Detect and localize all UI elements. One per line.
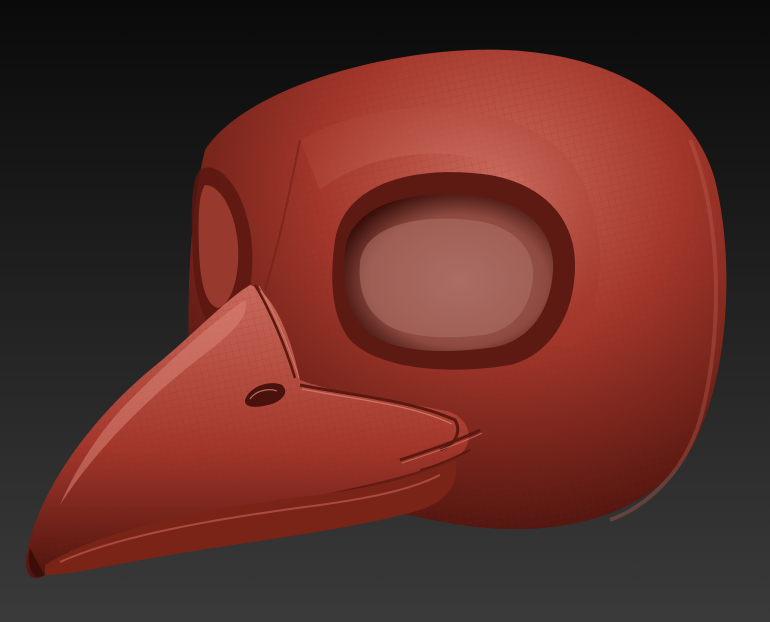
sculpt-render: [0, 0, 770, 622]
render-viewport[interactable]: [0, 0, 770, 622]
